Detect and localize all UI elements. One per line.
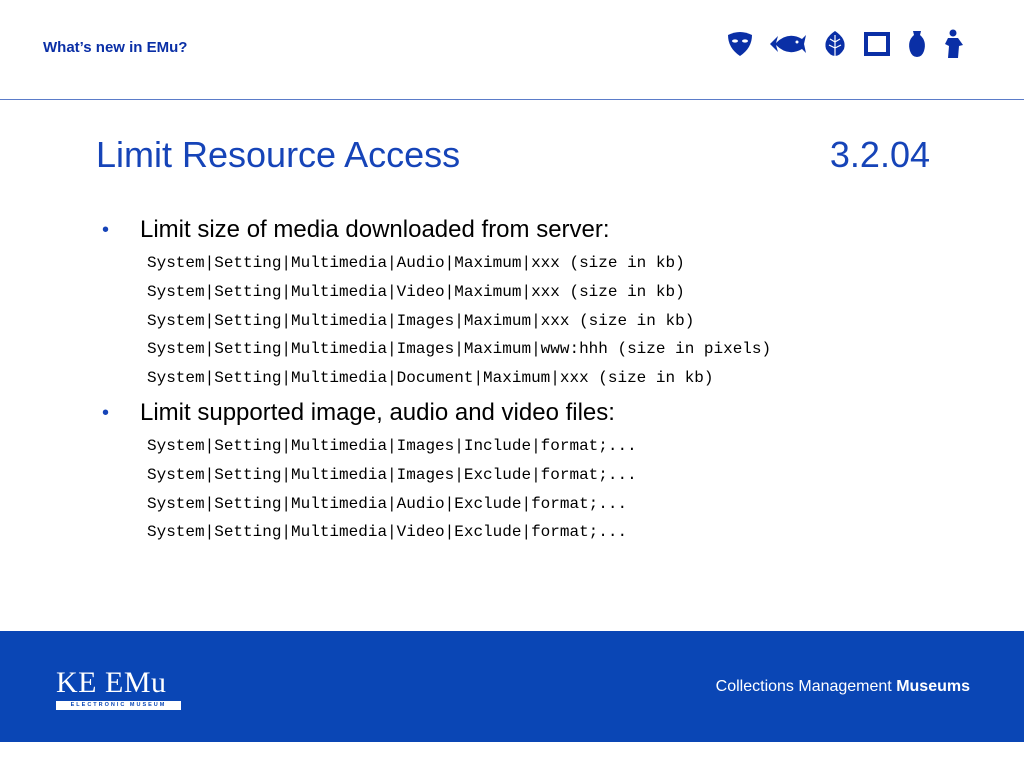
bullet-item: • Limit supported image, audio and video… <box>96 397 976 429</box>
fish-icon <box>770 35 806 53</box>
slide-title-text: Limit Resource Access <box>96 134 461 175</box>
vase-icon <box>909 31 925 57</box>
logo-subtitle: ELECTRONIC MUSEUM <box>56 701 181 710</box>
leaf-icon <box>825 31 845 58</box>
museum-icons <box>726 26 966 62</box>
setting-path: System|Setting|Multimedia|Document|Maxim… <box>147 369 714 388</box>
slide-version-number: 3.2.04 <box>829 134 930 175</box>
mask-icon <box>728 32 752 56</box>
setting-path: System|Setting|Multimedia|Video|Exclude|… <box>147 523 628 542</box>
footer-tagline: Collections Management Museums <box>716 678 970 696</box>
slide-header: What’s new in EMu? <box>0 0 1024 100</box>
ke-emu-logo: KE EMu ELECTRONIC MUSEUM <box>56 668 182 710</box>
setting-path-list: System|Setting|Multimedia|Audio|Maximum|… <box>147 249 976 393</box>
setting-path: System|Setting|Multimedia|Audio|Maximum|… <box>147 254 685 272</box>
bullet-item: • Limit size of media downloaded from se… <box>96 214 976 246</box>
frame-icon <box>864 32 890 56</box>
setting-path: System|Setting|Multimedia|Images|Include… <box>147 436 637 455</box>
bullet-text: Limit supported image, audio and video f… <box>140 398 615 426</box>
setting-path: System|Setting|Multimedia|Images|Exclude… <box>147 465 637 484</box>
header-title: What’s new in EMu? <box>43 39 188 56</box>
statue-icon <box>945 29 963 58</box>
slide-title: Limit Resource Access 3.2.04 <box>96 134 936 176</box>
tagline-regular: Collections Management <box>715 678 892 695</box>
setting-path: System|Setting|Multimedia|Images|Maximum… <box>147 340 772 359</box>
bullet-text: Limit size of media downloaded from serv… <box>140 216 610 243</box>
slide-content: • Limit size of media downloaded from se… <box>96 214 976 551</box>
bullet-dot-icon: • <box>102 219 110 241</box>
logo-main-text: KE EMu <box>56 666 167 699</box>
slide-footer: KE EMu ELECTRONIC MUSEUM Collections Man… <box>0 631 1024 742</box>
bottom-strip <box>0 742 1024 768</box>
bullet-dot-icon: • <box>102 401 110 424</box>
tagline-bold: Museums <box>896 678 970 695</box>
setting-path: System|Setting|Multimedia|Images|Maximum… <box>147 311 695 330</box>
setting-path: System|Setting|Multimedia|Video|Maximum|… <box>147 282 685 301</box>
setting-path-list: System|Setting|Multimedia|Images|Include… <box>147 432 976 547</box>
setting-path: System|Setting|Multimedia|Audio|Exclude|… <box>147 494 628 513</box>
